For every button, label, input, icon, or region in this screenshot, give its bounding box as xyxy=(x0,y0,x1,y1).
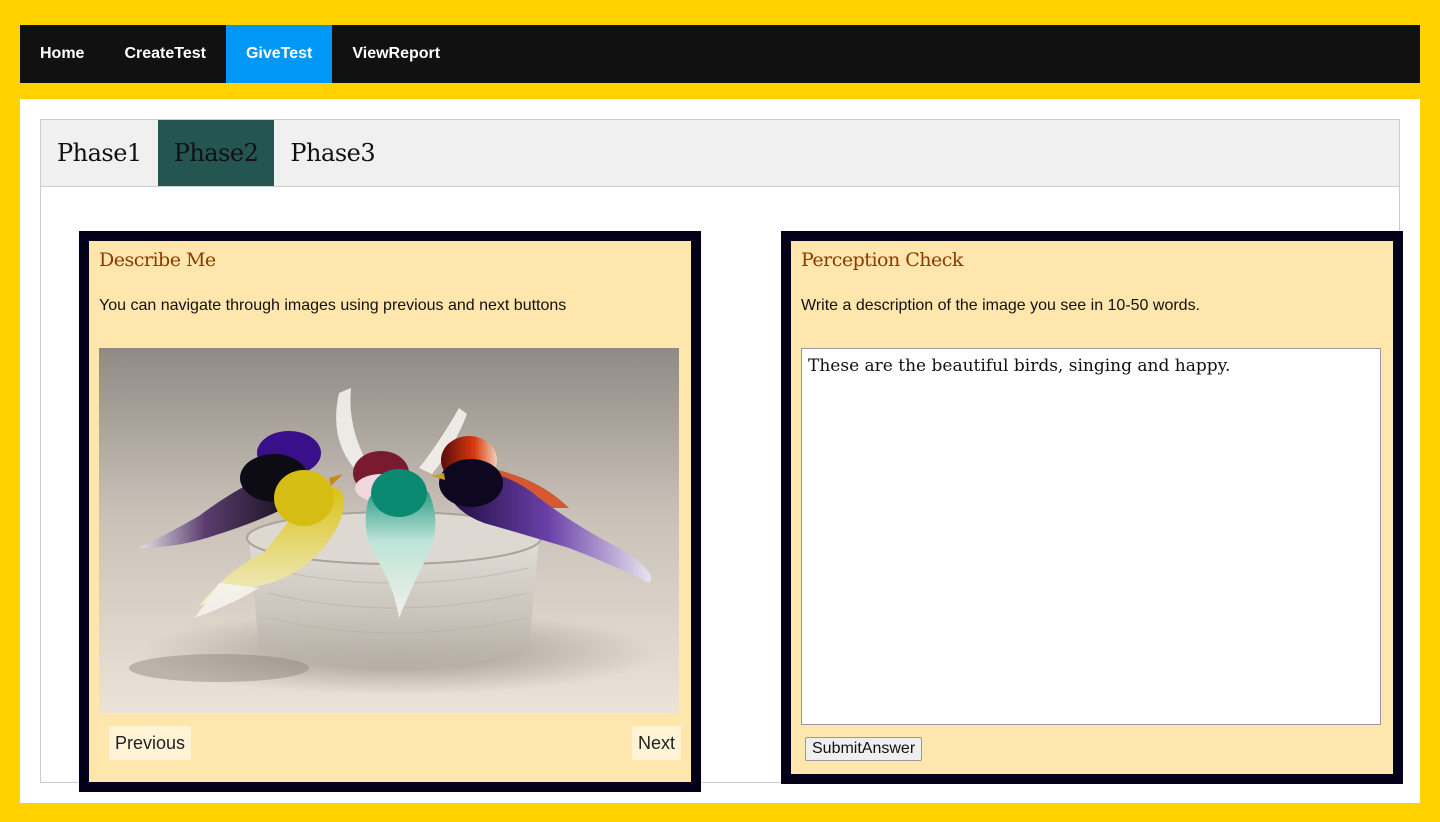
describe-me-panel: Describe Me You can navigate through ima… xyxy=(79,231,701,792)
describe-me-title: Describe Me xyxy=(99,249,216,271)
nav-view-report[interactable]: ViewReport xyxy=(332,25,460,83)
nav-give-test[interactable]: GiveTest xyxy=(225,25,333,83)
submit-answer-button[interactable]: SubmitAnswer xyxy=(805,737,923,761)
glass-birds-image xyxy=(99,348,679,713)
tab-phase1[interactable]: Phase1 xyxy=(41,120,158,186)
phase-tab-container: Phase1 Phase2 Phase3 Describe Me You can… xyxy=(40,119,1403,792)
glass-birds-photo xyxy=(99,348,679,713)
tab-phase2[interactable]: Phase2 xyxy=(157,120,275,186)
next-button[interactable]: Next xyxy=(631,726,681,760)
phase-tab-bar: Phase1 Phase2 Phase3 xyxy=(41,120,1399,187)
perception-check-title: Perception Check xyxy=(801,249,963,271)
previous-button[interactable]: Previous xyxy=(109,726,192,760)
top-navbar: Home CreateTest GiveTest ViewReport xyxy=(20,25,1420,83)
main-content: Phase1 Phase2 Phase3 Describe Me You can… xyxy=(20,99,1420,803)
describe-me-instructions: You can navigate through images using pr… xyxy=(99,297,567,314)
perception-check-instructions: Write a description of the image you see… xyxy=(801,297,1201,314)
tab-phase3[interactable]: Phase3 xyxy=(274,120,391,186)
nav-home[interactable]: Home xyxy=(20,25,104,83)
nav-create-test[interactable]: CreateTest xyxy=(104,25,226,83)
answer-textarea[interactable]: These are the beautiful birds, singing a… xyxy=(801,348,1381,725)
perception-check-panel: Perception Check Write a description of … xyxy=(781,231,1403,784)
